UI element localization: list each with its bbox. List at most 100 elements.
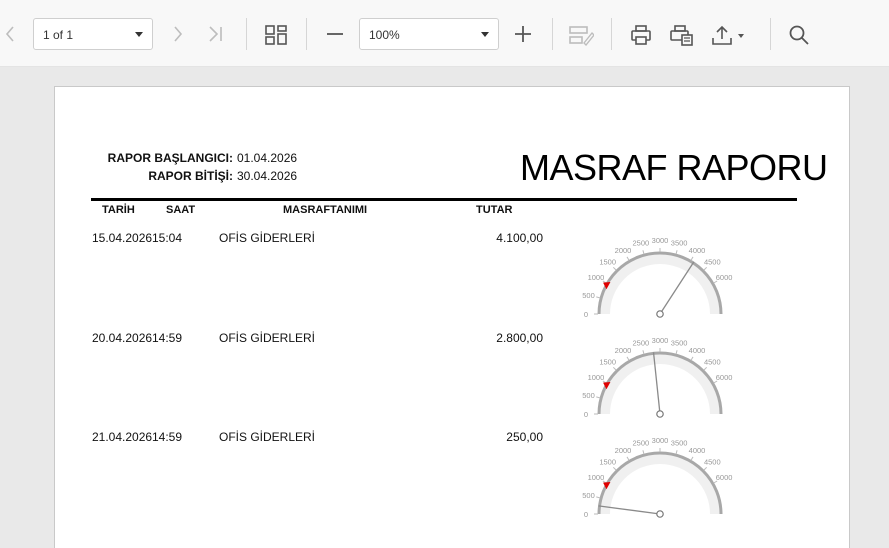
page-selector[interactable]: 1 of 1 — [33, 18, 153, 50]
toolbar-separator — [611, 18, 612, 50]
toolbar-separator — [306, 18, 307, 50]
gauge-tick — [703, 366, 708, 371]
thumbnails-icon — [265, 25, 287, 45]
row-time: 14:59 — [152, 331, 183, 345]
expense-gauge: 0 500 1000 1500 20002500 3000 35004000 4500 6000 — [582, 336, 733, 419]
report-title: MASRAF RAPORU — [520, 147, 828, 188]
chevron-down-icon — [135, 32, 143, 37]
gauge-tick-label: 2000 — [615, 446, 632, 455]
gauge-tick — [690, 356, 694, 361]
gauge-tick-label: 4500 — [704, 458, 721, 467]
gauge-tick-label: 3500 — [671, 339, 688, 348]
end-date-value: 30.04.2026 — [237, 169, 298, 183]
row-time: 14:59 — [152, 430, 183, 444]
zoom-selector[interactable]: 100% — [359, 18, 499, 50]
edit-fields-icon — [569, 26, 594, 46]
gauge-tick — [690, 456, 694, 461]
print-button[interactable] — [629, 23, 653, 47]
row-description: OFİS GİDERLERİ — [219, 430, 316, 444]
gauge-tick — [675, 350, 678, 355]
gauge-tick-label: 1000 — [588, 473, 605, 482]
gauge-tick — [703, 466, 708, 471]
toolbar-separator — [246, 18, 247, 50]
report-page: RAPOR BAŞLANGICI: 01.04.2026 RAPOR BİTİŞ… — [54, 86, 850, 548]
column-header-date: TARİH — [102, 204, 135, 216]
gauge-tick — [690, 256, 694, 261]
toolbar-separator — [552, 18, 553, 50]
gauge-tick — [612, 266, 617, 271]
gauge-tick-label: 1500 — [599, 358, 616, 367]
gauge-tick-label: 1000 — [588, 373, 605, 382]
gauge-tick-label: 3500 — [671, 239, 688, 248]
export-icon — [712, 25, 744, 45]
gauge-needle — [659, 261, 695, 315]
gauge-tick — [612, 366, 617, 371]
gauge-pivot — [656, 510, 664, 518]
thumbnails-button[interactable] — [263, 23, 289, 47]
gauge-tick-label: 2000 — [615, 246, 632, 255]
zoom-out-button[interactable] — [323, 24, 347, 44]
gauge-tick-label: 3500 — [671, 439, 688, 448]
next-page-button[interactable] — [168, 24, 188, 44]
gauge-tick-label: 3000 — [652, 336, 669, 345]
toolbar-separator — [770, 18, 771, 50]
gauge-tick-label: 500 — [582, 291, 595, 300]
header-divider — [91, 198, 797, 201]
gauge-tick-label: 4500 — [704, 358, 721, 367]
edit-fields-button[interactable] — [567, 23, 595, 47]
chevron-down-icon — [481, 32, 489, 37]
previous-page-button[interactable] — [0, 24, 20, 44]
gauge-tick-label: 2500 — [633, 439, 650, 448]
gauge-tick-label: 4000 — [689, 246, 706, 255]
gauge-pivot — [656, 310, 664, 318]
gauge-tick-label: 4500 — [704, 258, 721, 267]
gauge-tick-label: 6000 — [716, 373, 733, 382]
gauge-tick-label: 500 — [582, 491, 595, 500]
gauge-tick — [626, 256, 630, 261]
gauge-tick-label: 1500 — [599, 258, 616, 267]
expense-gauge: 0 500 1000 1500 20002500 3000 35004000 4500 6000 — [582, 436, 733, 519]
column-header-time: SAAT — [166, 204, 196, 216]
gauge-tick-label: 0 — [584, 510, 588, 519]
row-time: 15:04 — [152, 231, 183, 245]
row-date: 15.04.2026 — [92, 231, 153, 245]
row-amount: 2.800,00 — [496, 331, 543, 345]
zoom-value: 100% — [369, 28, 400, 42]
zoom-out-icon — [327, 33, 343, 35]
gauge-tick — [675, 450, 678, 455]
end-date-label: RAPOR BİTİŞİ: — [148, 169, 233, 183]
gauge-tick — [626, 456, 630, 461]
expense-gauge: 0 500 1000 1500 20002500 3000 35004000 4500 6000 — [582, 236, 733, 319]
chevron-left-icon — [5, 26, 14, 42]
gauge-tick-label: 1000 — [588, 273, 605, 282]
gauge-tick-label: 4000 — [689, 446, 706, 455]
gauge-tick — [642, 450, 645, 455]
gauge-tick — [675, 250, 678, 255]
search-icon — [789, 25, 809, 45]
export-button[interactable] — [709, 23, 749, 47]
gauge-tick-label: 3000 — [652, 236, 669, 245]
gauge-tick — [626, 356, 630, 361]
gauge-tick-label: 3000 — [652, 436, 669, 445]
zoom-in-button[interactable] — [511, 24, 535, 44]
gauge-tick-label: 1500 — [599, 458, 616, 467]
column-header-description: MASRAFTANIMI — [283, 204, 368, 216]
gauge-tick-label: 0 — [584, 310, 588, 319]
search-button[interactable] — [787, 23, 811, 47]
print-page-button[interactable] — [669, 23, 695, 47]
gauge-tick-label: 500 — [582, 391, 595, 400]
gauge-tick-label: 4000 — [689, 346, 706, 355]
gauge-tick-label: 6000 — [716, 273, 733, 282]
row-amount: 250,00 — [506, 430, 543, 444]
chevron-right-icon — [174, 26, 183, 42]
gauge-tick-label: 2000 — [615, 346, 632, 355]
gauge-pivot — [656, 410, 664, 418]
row-description: OFİS GİDERLERİ — [219, 331, 316, 345]
print-page-icon — [670, 25, 693, 46]
gauge-tick-label: 6000 — [716, 473, 733, 482]
last-page-icon — [209, 26, 222, 42]
viewer-toolbar: 1 of 1 100% — [0, 0, 889, 67]
last-page-button[interactable] — [205, 24, 227, 44]
start-date-value: 01.04.2026 — [237, 151, 298, 165]
gauge-tick — [703, 266, 708, 271]
